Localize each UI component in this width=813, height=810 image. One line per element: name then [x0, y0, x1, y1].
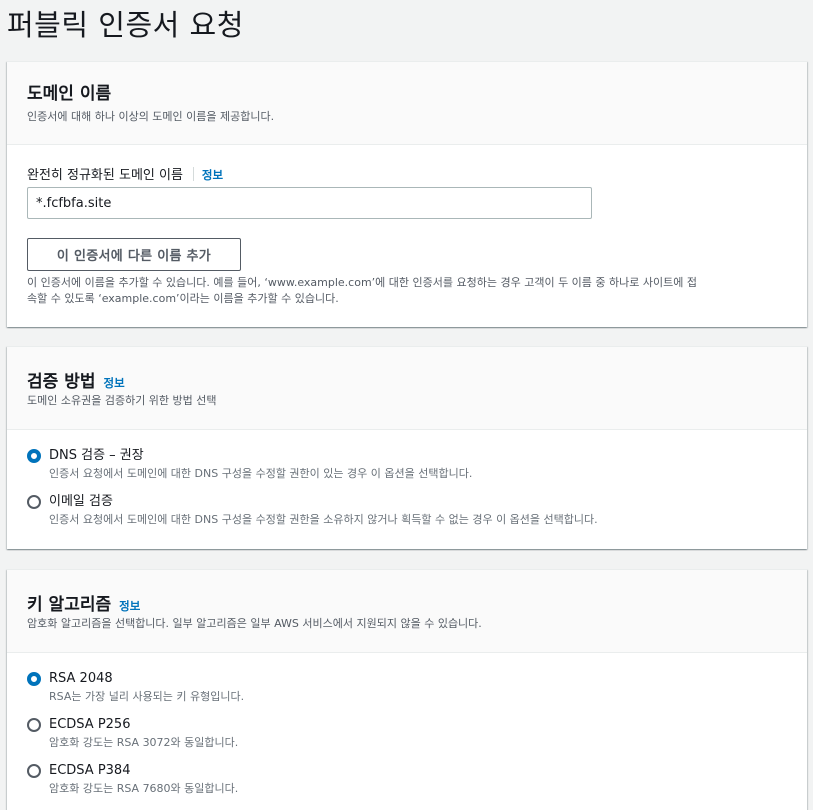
domain-panel-header: 도메인 이름 인증서에 대해 하나 이상의 도메인 이름을 제공합니다. [7, 62, 807, 145]
email-validation-description: 인증서 요청에서 도메인에 대한 DNS 구성을 수정할 권한을 소유하지 않거… [49, 513, 598, 526]
key-info-link[interactable]: 정보 [119, 599, 140, 613]
fqdn-info-link[interactable]: 정보 [202, 168, 223, 182]
key-panel-heading: 키 알고리즘 [27, 595, 112, 615]
rsa-2048-radio[interactable] [27, 672, 41, 686]
email-validation-label: 이메일 검증 [49, 494, 113, 509]
ecdsa-p256-label: ECDSA P256 [49, 717, 131, 732]
email-validation-option[interactable]: 이메일 검증 인증서 요청에서 도메인에 대한 DNS 구성을 수정할 권한을 … [27, 493, 598, 528]
ecdsa-p384-label: ECDSA P384 [49, 763, 131, 778]
email-validation-radio[interactable] [27, 495, 41, 509]
validation-info-link[interactable]: 정보 [103, 376, 124, 390]
fqdn-label: 완전히 정규화된 도메인 이름 [27, 168, 183, 183]
domain-panel-description: 인증서에 대해 하나 이상의 도메인 이름을 제공합니다. [27, 110, 275, 123]
domain-name-input[interactable] [27, 187, 592, 219]
dns-validation-label: DNS 검증 – 권장 [49, 448, 144, 463]
label-divider [192, 167, 194, 181]
add-another-name-button[interactable]: 이 인증서에 다른 이름 추가 [27, 238, 241, 271]
page-title: 퍼블릭 인증서 요청 [7, 8, 244, 42]
validation-method-panel: 검증 방법 정보 도메인 소유권을 검증하기 위한 방법 선택 DNS 검증 – … [7, 346, 807, 549]
domain-field-label-row: 완전히 정규화된 도메인 이름 정보 [27, 164, 223, 183]
rsa-2048-label: RSA 2048 [49, 671, 113, 686]
ecdsa-p256-option[interactable]: ECDSA P256 암호화 강도는 RSA 3072와 동일합니다. [27, 716, 238, 751]
dns-validation-description: 인증서 요청에서 도메인에 대한 DNS 구성을 수정할 권한이 있는 경우 이… [49, 467, 473, 480]
dns-validation-radio[interactable] [27, 449, 41, 463]
key-algorithm-panel: 키 알고리즘 정보 암호화 알고리즘을 선택합니다. 일부 알고리즘은 일부 AW… [7, 569, 807, 810]
key-panel-header: 키 알고리즘 정보 암호화 알고리즘을 선택합니다. 일부 알고리즘은 일부 AW… [7, 570, 807, 653]
ecdsa-p256-radio[interactable] [27, 718, 41, 732]
ecdsa-p384-option[interactable]: ECDSA P384 암호화 강도는 RSA 7680와 동일합니다. [27, 762, 238, 797]
domain-help-line-2: 속할 수 있도록 ‘example.com’이라는 이름을 추가할 수 있습니다… [27, 292, 339, 305]
validation-panel-description: 도메인 소유권을 검증하기 위한 방법 선택 [27, 394, 217, 407]
domain-name-panel: 도메인 이름 인증서에 대해 하나 이상의 도메인 이름을 제공합니다. 완전히… [7, 61, 807, 327]
ecdsa-p384-radio[interactable] [27, 764, 41, 778]
domain-help-line-1: 이 인증서에 이름을 추가할 수 있습니다. 예를 들어, ‘www.examp… [27, 276, 697, 289]
validation-heading-row: 검증 방법 정보 [27, 367, 125, 392]
key-heading-row: 키 알고리즘 정보 [27, 590, 140, 615]
rsa-2048-option[interactable]: RSA 2048 RSA는 가장 널리 사용되는 키 유형입니다. [27, 670, 244, 705]
ecdsa-p384-description: 암호화 강도는 RSA 7680와 동일합니다. [49, 782, 239, 795]
key-panel-description: 암호화 알고리즘을 선택합니다. 일부 알고리즘은 일부 AWS 서비스에서 지… [27, 617, 482, 630]
validation-panel-heading: 검증 방법 [27, 372, 96, 392]
ecdsa-p256-description: 암호화 강도는 RSA 3072와 동일합니다. [49, 736, 239, 749]
domain-panel-heading: 도메인 이름 [27, 84, 112, 104]
dns-validation-option[interactable]: DNS 검증 – 권장 인증서 요청에서 도메인에 대한 DNS 구성을 수정할… [27, 447, 472, 482]
validation-panel-header: 검증 방법 정보 도메인 소유권을 검증하기 위한 방법 선택 [7, 347, 807, 430]
rsa-2048-description: RSA는 가장 널리 사용되는 키 유형입니다. [49, 690, 245, 703]
